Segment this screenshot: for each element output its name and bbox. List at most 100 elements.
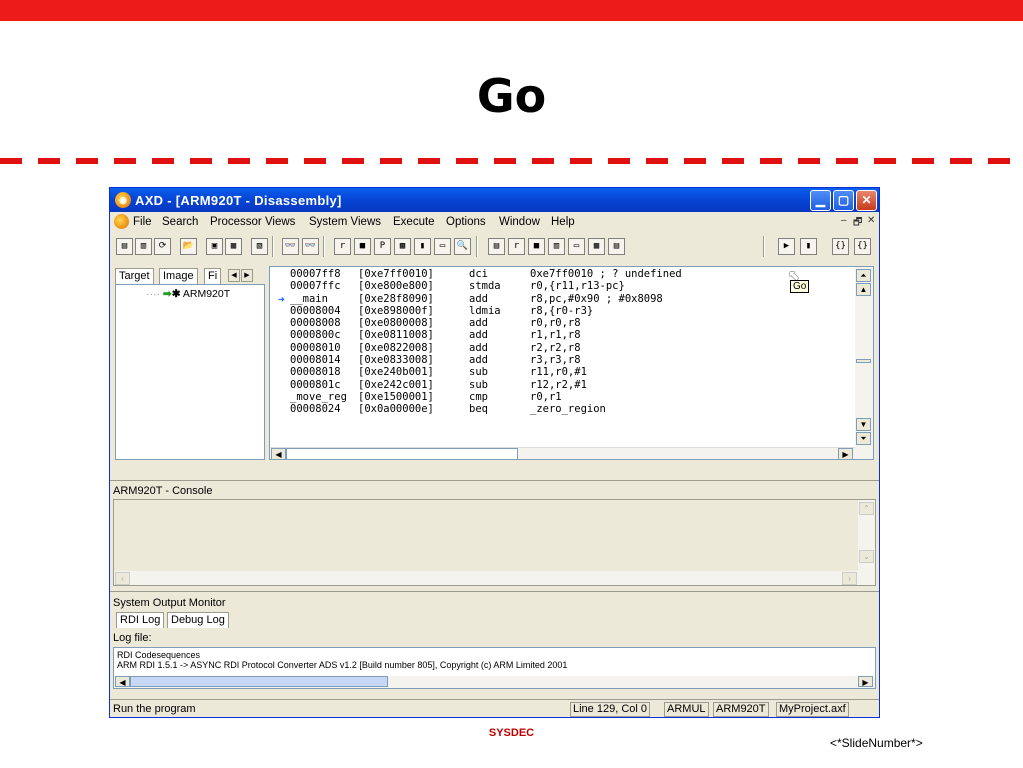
console-horizontal-scrollbar[interactable]: ‹ › (114, 571, 859, 585)
disassembly-row[interactable]: 00008014 [0xe0833008] add r3,r3,r8 (270, 354, 850, 366)
menu-execute[interactable]: Execute (393, 216, 435, 228)
disassembly-horizontal-scrollbar[interactable]: ◀ ▶ (270, 447, 855, 459)
disassembly-row[interactable]: 00008024 [0x0a00000e] beq _zero_region (270, 403, 850, 415)
log-scroll-left-icon[interactable]: ◀ (115, 676, 130, 687)
toolbar-view6-icon[interactable]: ▦ (588, 238, 605, 255)
row-opcode-hex: [0x0a00000e] (358, 403, 434, 416)
window-title-bar[interactable]: ◉ AXD - [ARM920T - Disassembly] ▁ ▢ ✕ (110, 188, 879, 212)
hscroll-thumb[interactable] (286, 448, 518, 459)
console-scroll-up-icon[interactable]: ⌃ (859, 502, 874, 515)
tree-item-arm920t[interactable]: ···· ➡✱ ARM920T (146, 288, 230, 300)
toolbar-view2-icon[interactable]: r (508, 238, 525, 255)
menu-options[interactable]: Options (446, 216, 486, 228)
toolbar-view4-icon[interactable]: ▥ (548, 238, 565, 255)
disassembly-row[interactable]: ➜ __main [0xe28f8090] add r8,pc,#0x90 ; #0x8… (270, 293, 850, 306)
row-opcode-hex: [0xe1500001] (358, 390, 434, 403)
tab-target[interactable]: Target (115, 268, 154, 284)
row-address: 0000800c (290, 329, 341, 342)
log-scroll-thumb[interactable] (130, 676, 388, 687)
console-vertical-scrollbar[interactable]: ⌃ ⌄ (858, 500, 875, 585)
row-address: 00008004 (290, 304, 341, 317)
toolbar-window-icon[interactable]: ▦ (225, 238, 242, 255)
scroll-top-icon[interactable]: ⏶ (856, 269, 871, 282)
toolbar-step-in-button[interactable]: {} (832, 238, 849, 255)
disassembly-row[interactable]: 0000801c [0xe242c001] sub r12,r2,#1 (270, 379, 850, 391)
scroll-thumb[interactable] (856, 359, 871, 363)
row-opcode-hex: [0xe898000f] (358, 304, 434, 317)
disassembly-row[interactable]: 00007ff8 [0xe7ff0010] dci 0xe7ff0010 ; ? un… (270, 268, 850, 280)
disassembly-row[interactable]: 00008008 [0xe0800008] add r0,r0,r8 (270, 317, 850, 329)
maximize-button[interactable]: ▢ (833, 190, 854, 211)
row-operands: r12,r2,#1 (530, 378, 587, 391)
toolbar-step-button[interactable]: {} (854, 238, 871, 255)
tab-scroll-right-icon[interactable]: ▶ (241, 269, 253, 282)
tab-scroll-left-icon[interactable]: ◀ (228, 269, 240, 282)
toolbar-save-icon[interactable]: ▣ (206, 238, 223, 255)
menu-search[interactable]: Search (162, 216, 198, 228)
toolbar-open-folder-icon[interactable]: 📂 (180, 238, 197, 255)
mdi-restore-icon[interactable]: 🗗 (853, 215, 862, 232)
console-output[interactable]: ⌃ ⌄ ‹ › (113, 499, 876, 586)
row-mnemonic: ldmia (469, 304, 501, 317)
console-scroll-right-icon[interactable]: › (842, 572, 857, 585)
toolbar-watch-icon[interactable]: ■ (354, 238, 371, 255)
toolbar-view5-icon[interactable]: ▭ (568, 238, 585, 255)
row-opcode-hex: [0xe240b001] (358, 366, 434, 379)
disassembly-vertical-scrollbar[interactable]: ⏶ ▲ ▼ ⏷ (855, 267, 873, 459)
menu-processor-views[interactable]: Processor Views (210, 216, 295, 228)
toolbar-search-icon[interactable]: 🔍 (454, 238, 471, 255)
toolbar-reload-icon[interactable]: ▥ (135, 238, 152, 255)
scroll-right-icon[interactable]: ▶ (838, 448, 853, 459)
toolbar-disabled-icon[interactable]: ▧ (251, 238, 268, 255)
disassembly-row[interactable]: 0000800c [0xe0811008] add r1,r1,r8 (270, 329, 850, 341)
console-scroll-left-icon[interactable]: ‹ (115, 572, 130, 585)
tab-files[interactable]: Fi (204, 268, 222, 284)
toolbar-refresh-icon[interactable]: ⟳ (154, 238, 171, 255)
disassembly-row[interactable]: 00008004 [0xe898000f] ldmia r8,{r0-r3} (270, 305, 850, 317)
toolbar-memory-icon[interactable]: ▮ (414, 238, 431, 255)
toolbar-low-level-icon[interactable]: ▭ (434, 238, 451, 255)
target-tree: ···· ➡✱ ARM920T (115, 284, 265, 460)
console-scroll-down-icon[interactable]: ⌄ (859, 550, 874, 563)
menu-system-views[interactable]: System Views (309, 216, 381, 228)
row-opcode-hex: [0xe0822008] (358, 341, 434, 354)
tab-image[interactable]: Image (159, 268, 198, 284)
menu-file[interactable]: File (133, 216, 152, 228)
menu-window[interactable]: Window (499, 216, 540, 228)
toolbar-processor-icon[interactable]: P (374, 238, 391, 255)
log-scroll-right-icon[interactable]: ▶ (858, 676, 873, 687)
tab-rdi-log[interactable]: RDI Log (116, 612, 165, 628)
log-output[interactable]: RDI Codesequences ARM RDI 1.5.1 -> ASYNC… (113, 647, 876, 689)
tab-debug-log[interactable]: Debug Log (167, 612, 229, 628)
toolbar-variables-icon[interactable]: ▩ (394, 238, 411, 255)
toolbar-view7-icon[interactable]: ▤ (608, 238, 625, 255)
menu-bar: File Search Processor Views System Views… (110, 212, 879, 232)
mdi-minimize-icon[interactable]: – (841, 215, 847, 226)
axd-menu-icon[interactable] (114, 214, 129, 229)
scroll-bottom-icon[interactable]: ⏷ (856, 432, 871, 445)
toolbar-registers-icon[interactable]: r (334, 238, 351, 255)
disassembly-rows: 00007ff8 [0xe7ff0010] dci 0xe7ff0010 ; ? un… (270, 268, 850, 416)
toolbar-find-icon[interactable]: 👓 (282, 238, 299, 255)
minimize-button[interactable]: ▁ (810, 190, 831, 211)
toolbar-view1-icon[interactable]: ▤ (488, 238, 505, 255)
toolbar-load-image-icon[interactable]: ▤ (116, 238, 133, 255)
row-mnemonic: add (469, 317, 488, 330)
close-button[interactable]: ✕ (856, 190, 877, 211)
toolbar-stop-button[interactable]: ▮ (800, 238, 817, 255)
disassembly-row[interactable]: 00008018 [0xe240b001] sub r11,r0,#1 (270, 366, 850, 378)
toolbar-find-next-icon[interactable]: 👓 (302, 238, 319, 255)
disassembly-row[interactable]: 00008010 [0xe0822008] add r2,r2,r8 (270, 342, 850, 354)
disassembly-row[interactable]: 00007ffc [0xe800e800] stmda r0,{r11,r13-pc} (270, 280, 850, 292)
scroll-up-icon[interactable]: ▲ (856, 283, 871, 296)
mdi-close-icon[interactable]: ✕ (867, 215, 875, 226)
toolbar-view3-icon[interactable]: ■ (528, 238, 545, 255)
scroll-down-icon[interactable]: ▼ (856, 418, 871, 431)
menu-help[interactable]: Help (551, 216, 575, 228)
row-address: _move_reg (290, 390, 347, 403)
log-horizontal-scrollbar[interactable]: ◀ ▶ (114, 676, 875, 688)
toolbar-go-button[interactable]: ▶ (778, 238, 795, 255)
log-line: RDI Codesequences (117, 650, 201, 660)
scroll-left-icon[interactable]: ◀ (271, 448, 286, 459)
disassembly-row[interactable]: _move_reg [0xe1500001] cmp r0,r1 (270, 391, 850, 403)
